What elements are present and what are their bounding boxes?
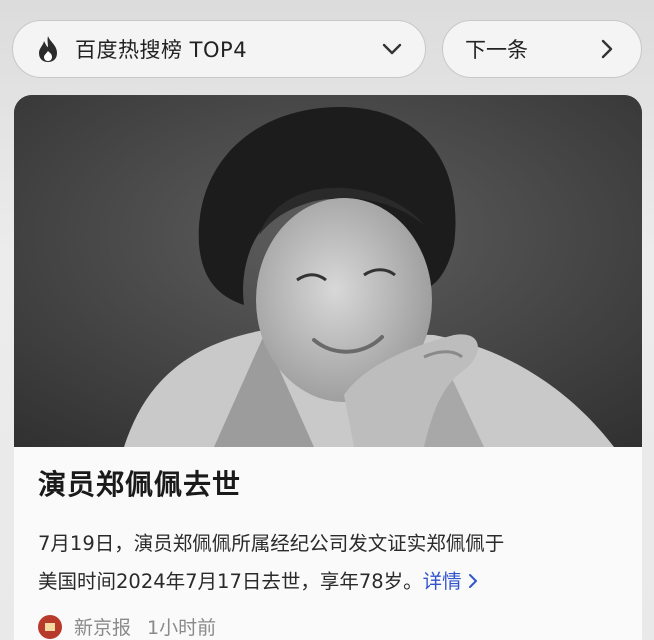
- source-row: 新京报 1小时前: [38, 613, 216, 640]
- details-label: 详情: [422, 570, 462, 593]
- next-item-label: 下一条: [465, 38, 528, 62]
- chevron-right-icon: [601, 39, 613, 59]
- summary-line-text: 美国时间2024年7月17日去世，享年78岁。: [38, 570, 423, 593]
- publish-time: 1小时前: [147, 617, 217, 639]
- source-name[interactable]: 新京报: [74, 613, 131, 640]
- source-logo-icon: [38, 614, 62, 639]
- portrait-photo: [14, 95, 642, 447]
- flame-icon: [33, 34, 63, 64]
- hot-list-dropdown[interactable]: 百度热搜榜 TOP4: [12, 20, 426, 78]
- summary-line: 7月19日，演员郑佩佩所属经纪公司发文证实郑佩佩于: [38, 532, 505, 555]
- details-link[interactable]: 详情: [423, 570, 478, 593]
- next-item-button[interactable]: 下一条: [442, 20, 642, 78]
- summary-line: 美国时间2024年7月17日去世，享年78岁。详情: [38, 563, 628, 601]
- chevron-right-icon: [468, 574, 477, 588]
- news-summary: 7月19日，演员郑佩佩所属经纪公司发文证实郑佩佩于 美国时间2024年7月17日…: [38, 525, 628, 601]
- hot-search-screen: 百度热搜榜 TOP4 下一条 演员郑佩佩去世 7月19日，演员郑佩佩所属经纪公司…: [0, 0, 654, 640]
- hot-list-title: 百度热搜榜 TOP4: [75, 38, 248, 62]
- news-card[interactable]: 演员郑佩佩去世 7月19日，演员郑佩佩所属经纪公司发文证实郑佩佩于 美国时间20…: [14, 95, 642, 640]
- news-headline[interactable]: 演员郑佩佩去世: [38, 463, 241, 503]
- chevron-down-icon: [382, 43, 402, 55]
